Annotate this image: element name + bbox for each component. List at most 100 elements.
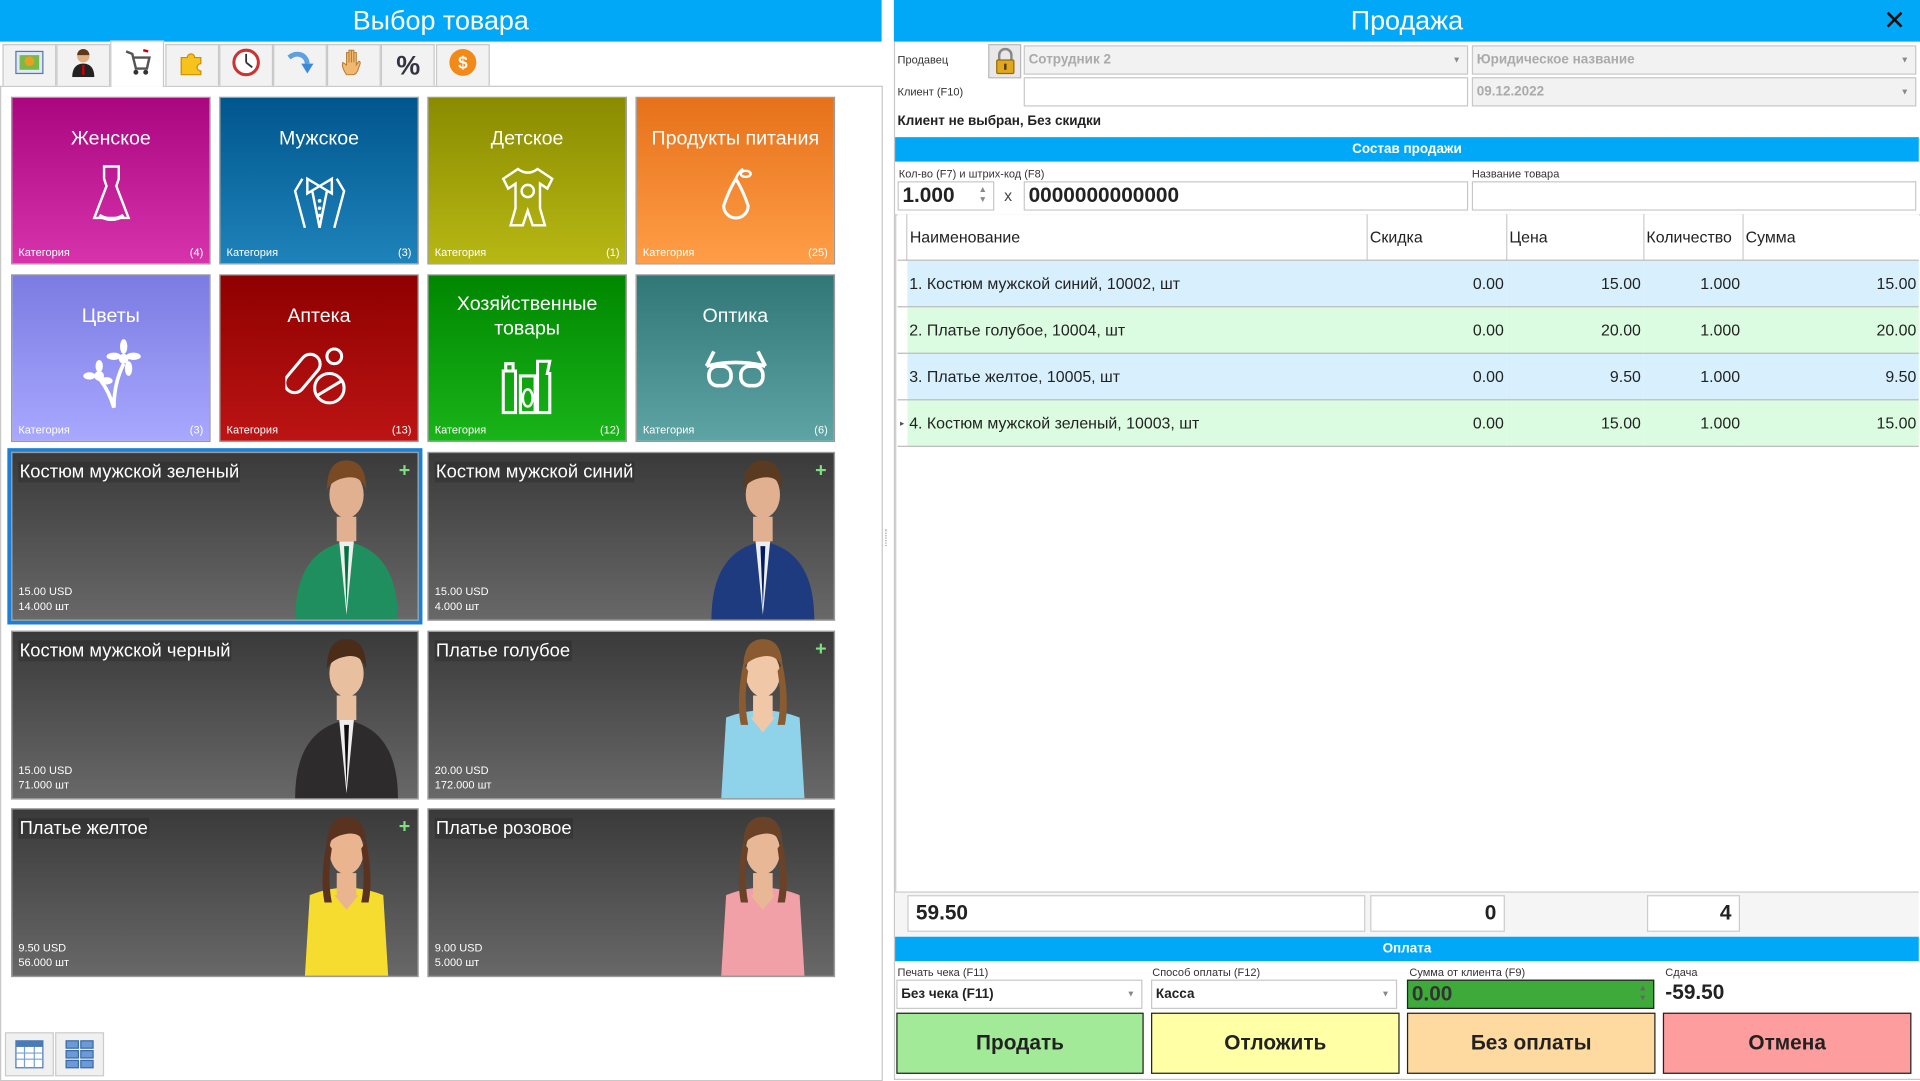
product-tile[interactable]: Костюм мужской зеленый +15.00 USD 14.000 ш… xyxy=(7,448,423,625)
product-stock: 14.000 шт xyxy=(18,600,70,613)
product-tile[interactable]: Платье голубое +20.00 USD 172.000 шт xyxy=(427,630,836,799)
sell-button[interactable]: Продать xyxy=(896,1012,1144,1074)
product-name-label: Название товара xyxy=(1471,167,1560,181)
category-tile[interactable]: Продукты питания Категория (25) xyxy=(635,96,836,265)
stepper-arrows-icon[interactable]: ▲ ▼ xyxy=(1638,984,1646,1004)
receipt-select[interactable]: Без чека (F11) ▼ xyxy=(896,979,1143,1009)
receipt-label: Печать чека (F11) xyxy=(897,966,989,979)
payment-method-label: Способ оплаты (F12) xyxy=(1152,966,1261,979)
category-tile[interactable]: Женское Категория (4) xyxy=(11,96,211,265)
client-input[interactable] xyxy=(1023,77,1469,107)
no-payment-button[interactable]: Без оплаты xyxy=(1406,1012,1656,1074)
column-header-name[interactable]: Наименование xyxy=(906,214,1368,261)
product-tile[interactable]: Платье розовое 9.00 USD 5.000 шт xyxy=(427,808,836,978)
category-tile[interactable]: Мужское Категория (3) xyxy=(219,96,419,265)
tuxedo-icon xyxy=(293,176,345,229)
tile-view-button[interactable] xyxy=(55,1032,105,1077)
product-stock: 4.000 шт xyxy=(434,600,480,613)
add-to-cart-icon[interactable]: + xyxy=(399,817,410,839)
svg-text:$: $ xyxy=(458,52,468,72)
client-label: Клиент (F10) xyxy=(897,85,964,98)
product-tile[interactable]: Платье желтое +9.50 USD 56.000 шт xyxy=(11,808,419,978)
product-name: Платье желтое xyxy=(18,817,150,839)
category-tile[interactable]: Аптека Категория (13) xyxy=(219,274,419,443)
chevron-down-icon: ▼ xyxy=(1381,990,1390,999)
cell-name: 2. Платье голубое, 10004, шт xyxy=(906,306,1367,354)
toolbar-tab-puzzle[interactable] xyxy=(164,44,219,86)
category-label: Категория xyxy=(18,246,70,259)
toolbar-tab-user[interactable] xyxy=(56,44,111,86)
product-tile[interactable]: Костюм мужской синий +15.00 USD 4.000 шт xyxy=(427,451,836,621)
legal-name-select[interactable]: Юридическое название ▼ xyxy=(1471,45,1917,75)
flowers-icon xyxy=(82,339,141,409)
category-label: Категория xyxy=(642,423,695,436)
column-header-sum[interactable]: Сумма xyxy=(1742,214,1919,261)
client-status: Клиент не выбран, Без скидки xyxy=(897,113,1102,129)
category-label: Категория xyxy=(18,423,70,436)
add-to-cart-icon[interactable]: + xyxy=(815,639,826,661)
product-photo xyxy=(711,460,815,620)
puzzle-icon xyxy=(177,47,206,84)
category-tile[interactable]: Хозяйственные товары Категория (12) xyxy=(427,274,627,443)
percent-icon: % xyxy=(396,49,421,81)
barcode-input[interactable]: 0000000000000 xyxy=(1023,181,1469,211)
stepper-arrows-icon[interactable]: ▲ ▼ xyxy=(978,186,986,206)
product-price: 20.00 USD xyxy=(434,763,489,776)
sale-title: Продажа xyxy=(893,0,1920,42)
category-label: Категория xyxy=(434,423,487,436)
glasses-icon xyxy=(704,350,767,388)
hand-icon xyxy=(339,47,368,84)
client-sum-input[interactable]: 0.00 ▲ ▼ xyxy=(1406,979,1655,1009)
chevron-down-icon: ▼ xyxy=(1452,55,1461,65)
postpone-button[interactable]: Отложить xyxy=(1151,1012,1400,1074)
redo-arrow-icon xyxy=(285,47,314,84)
total-discount: 0 xyxy=(1370,895,1505,932)
cell-sum: 9.50 xyxy=(1742,353,1919,401)
toolbar-tab-picture[interactable] xyxy=(2,44,57,86)
toolbar-tab-cart[interactable] xyxy=(110,40,165,87)
cell-name: 3. Платье желтое, 10005, шт xyxy=(906,353,1367,401)
close-button[interactable]: ✕ xyxy=(1883,5,1906,37)
payment-method-select[interactable]: Касса ▼ xyxy=(1151,979,1398,1009)
quantity-stepper[interactable]: 1.000 ▲ ▼ xyxy=(897,181,995,211)
table-row[interactable]: 3. Платье желтое, 10005, шт 0.00 9.50 1.000… xyxy=(897,353,1919,401)
category-tile[interactable]: Детское Категория (1) xyxy=(427,96,627,265)
toolbar-tab-hand[interactable] xyxy=(327,44,382,86)
product-stock: 56.000 шт xyxy=(18,956,70,969)
quantity-value: 1.000 xyxy=(902,183,955,207)
product-name-input[interactable] xyxy=(1471,181,1917,211)
cell-discount: 0.00 xyxy=(1366,399,1507,447)
cell-qty: 1.000 xyxy=(1643,353,1743,401)
product-tile[interactable]: Костюм мужской черный 15.00 USD 71.000 шт xyxy=(11,630,419,799)
category-tile[interactable]: Цветы Категория (3) xyxy=(11,274,211,443)
cell-price: 15.00 xyxy=(1506,260,1644,308)
category-name: Детское xyxy=(490,128,564,150)
category-tile[interactable]: Оптика Категория (6) xyxy=(635,274,836,443)
table-row[interactable]: 1. Костюм мужской синий, 10002, шт 0.00 15… xyxy=(897,260,1919,308)
product-photo xyxy=(295,460,398,620)
times-sign: x xyxy=(1004,186,1013,205)
toolbar-tab-clock[interactable] xyxy=(218,44,273,86)
seller-select[interactable]: Сотрудник 2 ▼ xyxy=(1023,45,1469,75)
column-header-discount[interactable]: Скидка xyxy=(1366,214,1507,261)
payment-method-value: Касса xyxy=(1155,986,1195,1002)
table-view-button[interactable] xyxy=(4,1032,54,1077)
category-count: (12) xyxy=(599,423,620,436)
table-row[interactable]: 2. Платье голубое, 10004, шт 0.00 20.00 1.0… xyxy=(897,306,1919,354)
cancel-button[interactable]: Отмена xyxy=(1662,1012,1912,1074)
column-header-quantity[interactable]: Количество xyxy=(1643,214,1744,261)
date-select[interactable]: 09.12.2022 ▼ xyxy=(1471,77,1917,107)
toolbar-tab-dollar-coin[interactable]: $ xyxy=(435,44,490,86)
column-header-price[interactable]: Цена xyxy=(1506,214,1644,261)
table-row[interactable]: ▸ 4. Костюм мужской зеленый, 10003, шт 0.0… xyxy=(897,399,1919,447)
lock-button[interactable] xyxy=(988,44,1022,79)
pear-icon xyxy=(721,167,752,220)
add-to-cart-icon[interactable]: + xyxy=(815,460,826,482)
toolbar-tab-percent[interactable]: % xyxy=(381,44,436,86)
product-photo xyxy=(295,638,398,798)
add-to-cart-icon[interactable]: + xyxy=(399,460,410,482)
payment-header: Оплата xyxy=(895,936,1919,962)
chevron-down-icon: ▼ xyxy=(1900,55,1909,65)
toolbar-tab-redo-arrow[interactable] xyxy=(273,44,327,86)
splitter-handle[interactable] xyxy=(885,528,889,547)
